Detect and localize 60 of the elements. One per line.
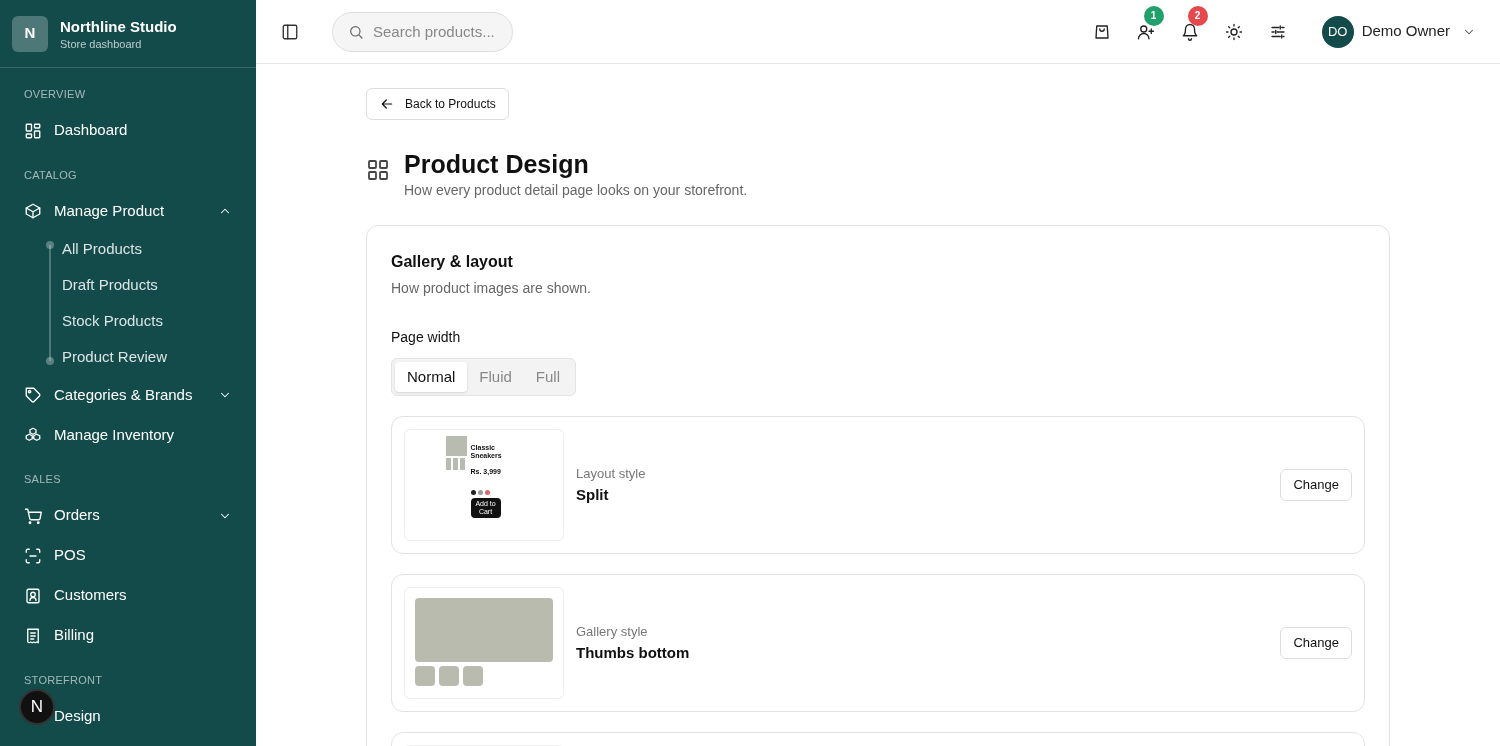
brand-name: Northline Studio bbox=[60, 16, 177, 37]
cart-icon bbox=[24, 506, 42, 525]
photo-placeholder bbox=[439, 666, 459, 686]
arrow-left-icon bbox=[379, 96, 395, 112]
receipt-icon bbox=[24, 626, 42, 645]
nav-item[interactable]: POS bbox=[54, 544, 232, 567]
nav-subitem[interactable]: Stock Products bbox=[62, 303, 244, 339]
box-icon bbox=[24, 202, 42, 220]
search-icon bbox=[348, 23, 364, 40]
nav-subitem[interactable]: All Products bbox=[62, 231, 244, 267]
bell-icon bbox=[1180, 22, 1199, 41]
sliders-icon bbox=[1268, 22, 1287, 41]
nav-item[interactable]: Dashboard bbox=[54, 119, 232, 142]
nav-item[interactable]: Design bbox=[54, 704, 232, 728]
user-menu[interactable]: DO Demo Owner bbox=[1321, 15, 1476, 48]
boxes-icon bbox=[24, 426, 42, 444]
brand-logo: N bbox=[12, 15, 48, 52]
field-label: Page width bbox=[391, 328, 462, 347]
option-value: Thumbs bottom bbox=[576, 642, 691, 663]
nav-item[interactable]: Orders bbox=[54, 504, 206, 527]
nav-item[interactable]: Manage Product bbox=[54, 199, 206, 223]
contact-card-icon bbox=[24, 586, 42, 605]
option-label: Layout style bbox=[576, 465, 647, 483]
section-heading: OVERVIEW bbox=[23, 87, 87, 102]
option-label: Gallery style bbox=[576, 623, 649, 641]
section-heading: SALES bbox=[23, 472, 62, 487]
nav-subitem[interactable]: Draft Products bbox=[62, 267, 244, 303]
avatar: DO bbox=[1321, 15, 1354, 48]
section-heading: STOREFRONT bbox=[23, 672, 104, 688]
photo-placeholder bbox=[415, 666, 435, 686]
section-heading: CATALOG bbox=[23, 167, 78, 183]
brand-subtitle: Store dashboard bbox=[60, 36, 143, 51]
shopping-bag-icon bbox=[1092, 22, 1111, 41]
scan-icon bbox=[24, 546, 42, 565]
search-field[interactable]: Search products... bbox=[332, 11, 513, 52]
nav-item[interactable]: Customers bbox=[54, 584, 232, 607]
user-name: Demo Owner bbox=[1361, 21, 1450, 42]
change-button[interactable]: Change bbox=[1280, 469, 1352, 501]
page-title: Product Design bbox=[404, 149, 590, 180]
back-button[interactable]: Back to Products bbox=[366, 88, 509, 120]
nav-item[interactable]: Billing bbox=[54, 624, 232, 647]
grid-icon bbox=[24, 121, 42, 140]
photo-placeholder bbox=[445, 436, 467, 456]
notification-badge: 2 bbox=[1187, 5, 1208, 26]
card-subtitle: How product images are shown. bbox=[391, 279, 592, 298]
change-button[interactable]: Change bbox=[1280, 627, 1352, 659]
sidebar-icon bbox=[281, 22, 299, 41]
notification-badge: 1 bbox=[1143, 5, 1164, 26]
option-value: Split bbox=[576, 484, 610, 505]
grid-icon bbox=[366, 158, 390, 182]
nav-item[interactable]: Categories & Brands bbox=[54, 383, 206, 407]
sun-icon bbox=[1224, 22, 1243, 41]
nav-item[interactable]: Manage Inventory bbox=[54, 423, 232, 447]
photo-placeholder bbox=[463, 666, 483, 686]
nav-subitem[interactable]: Product Review bbox=[62, 339, 244, 375]
user-plus-icon bbox=[1136, 22, 1155, 41]
card-title: Gallery & layout bbox=[391, 252, 514, 272]
tag-icon bbox=[24, 386, 42, 404]
page-subtitle: How every product detail page looks on your storefront. bbox=[404, 181, 748, 200]
segment-option[interactable]: Normal bbox=[395, 362, 468, 392]
